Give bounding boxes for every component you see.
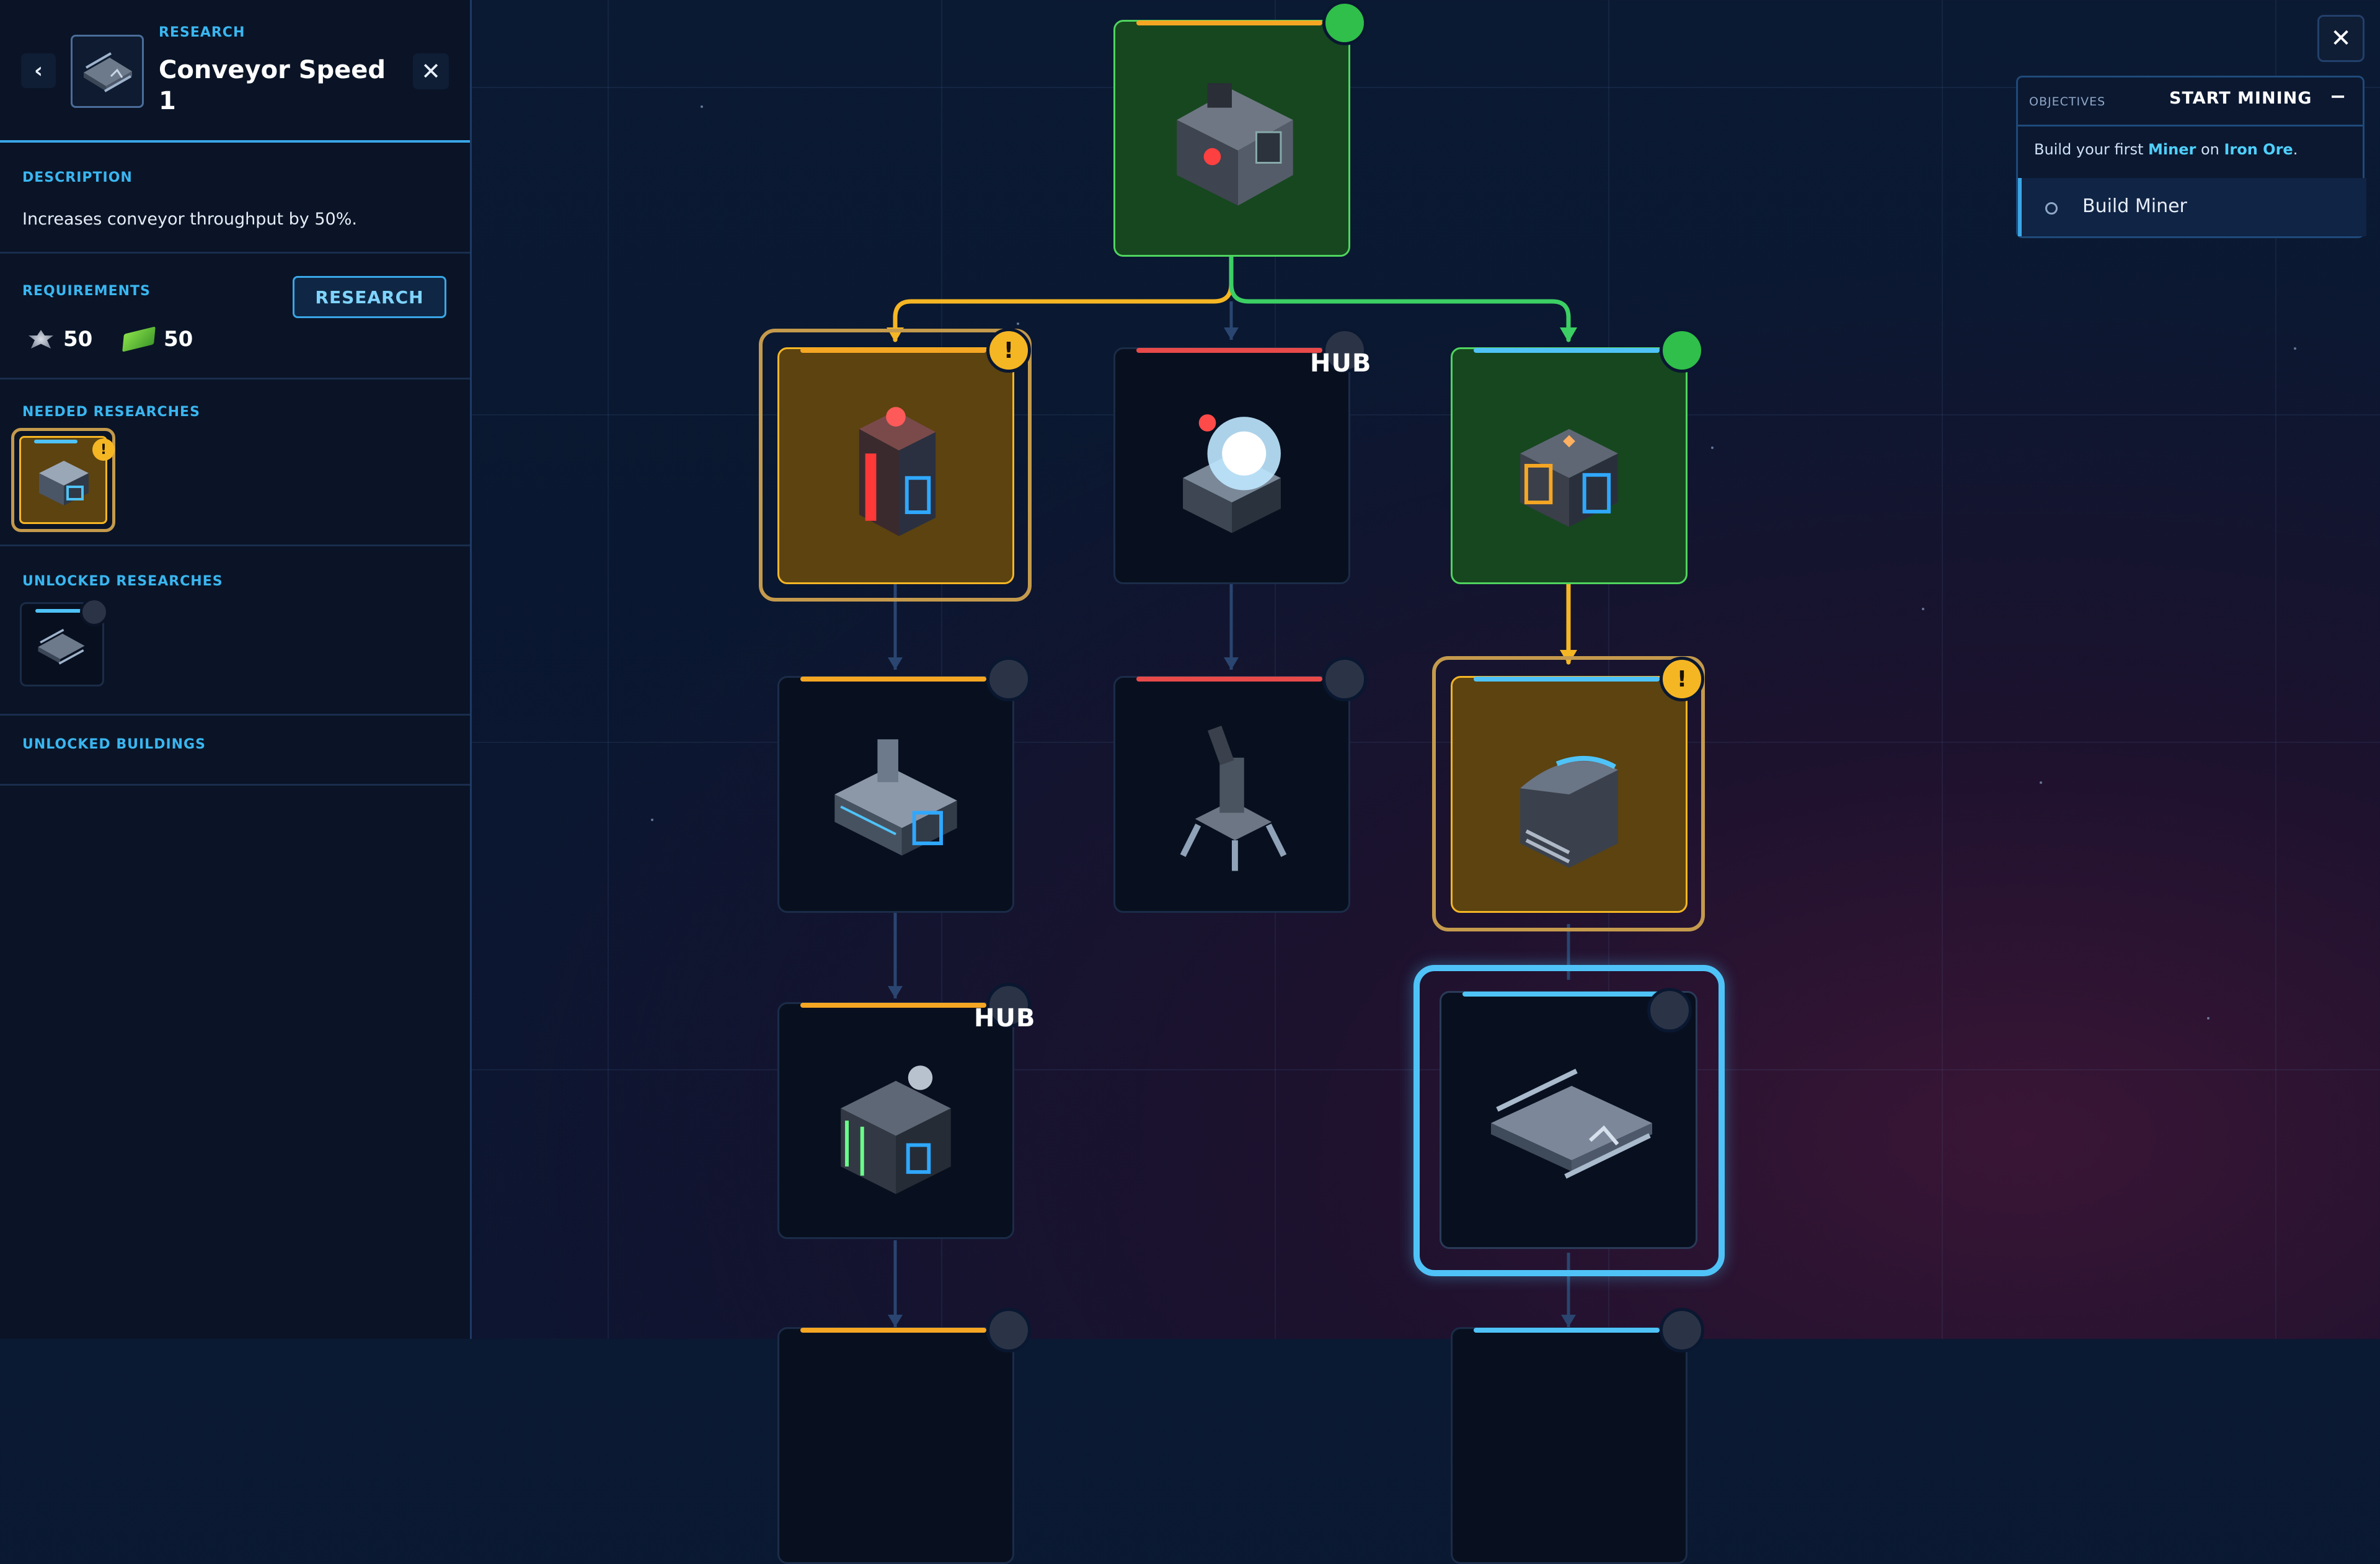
unlocked-buildings-label: UNLOCKED BUILDINGS	[22, 737, 206, 752]
close-icon: ✕	[2330, 24, 2351, 53]
locked-status-dot	[986, 657, 1031, 701]
completed-status-dot	[1660, 328, 1704, 373]
factory-building-icon	[841, 1065, 951, 1194]
needed-researches-label: NEEDED RESEARCHES	[22, 404, 200, 420]
smelter-building-icon	[859, 407, 936, 536]
research-node-assembler[interactable]	[777, 657, 1031, 913]
needed-researches-section: NEEDED RESEARCHES !	[0, 380, 470, 546]
research-node-hub-lamp[interactable]: HUB	[1113, 328, 1371, 584]
cost-amount: 50	[63, 327, 93, 352]
research-node-row4-right[interactable]	[1451, 1308, 1704, 1564]
objective-task[interactable]: Build Miner	[2018, 178, 2366, 236]
miner-building-icon	[1177, 83, 1293, 206]
warning-icon: !	[92, 438, 115, 461]
research-node-processor[interactable]	[1451, 328, 1704, 584]
back-button[interactable]: ‹	[21, 53, 56, 88]
task-checkbox-icon	[2045, 202, 2058, 215]
conveyor-icon	[38, 628, 85, 665]
research-node-hub-factory[interactable]: HUB	[777, 983, 1035, 1239]
cost-credits: 50	[122, 326, 193, 352]
assembler-building-icon	[834, 739, 957, 856]
requirements-label: REQUIREMENTS	[22, 283, 151, 299]
conveyor-icon	[1491, 1069, 1652, 1179]
research-node-smelter[interactable]: !	[777, 328, 1031, 584]
objective-description: Build your first Miner on Iron Ore.	[2034, 141, 2298, 158]
task-label: Build Miner	[2082, 195, 2187, 217]
research-thumbnail	[71, 35, 144, 108]
locked-status-dot	[1660, 1308, 1704, 1353]
description-text: Increases conveyor throughput by 50%.	[22, 210, 357, 229]
objective-title: START MINING	[2169, 89, 2312, 108]
minimize-button[interactable]: −	[2324, 84, 2351, 111]
conveyor-icon	[84, 52, 132, 92]
research-node-conveyor-speed-1[interactable]	[1440, 988, 1697, 1249]
credits-icon	[122, 326, 156, 352]
research-title: Conveyor Speed 1	[159, 56, 386, 115]
chevron-left-icon: ‹	[33, 58, 43, 83]
iron-ore-icon	[29, 330, 53, 349]
unlocked-researches-section: UNLOCKED RESEARCHES	[0, 546, 470, 716]
research-button[interactable]: RESEARCH	[293, 276, 446, 318]
panel-kicker: RESEARCH	[159, 25, 246, 40]
completed-status-dot	[1322, 1, 1367, 45]
objectives-panel: OBJECTIVES START MINING − Build your fir…	[2016, 76, 2366, 238]
lamp-building-icon	[1183, 414, 1281, 533]
research-node-miner[interactable]	[1113, 1, 1367, 257]
objectives-header: OBJECTIVES START MINING −	[2018, 78, 2363, 127]
needed-research-item[interactable]: !	[11, 428, 115, 532]
description-section: DESCRIPTION Increases conveyor throughpu…	[0, 143, 470, 254]
description-label: DESCRIPTION	[22, 170, 133, 185]
locked-status-dot	[80, 598, 108, 626]
unlocked-researches-label: UNLOCKED RESEARCHES	[22, 574, 223, 589]
close-icon: ✕	[421, 58, 441, 85]
research-node-row4-left[interactable]	[777, 1308, 1031, 1564]
research-node-conveyor-tunnel[interactable]: !	[1451, 657, 1704, 913]
tunnel-building-icon	[1520, 755, 1618, 868]
panel-header: ‹ RESEARCH Conveyor Speed 1 ✕	[0, 0, 470, 143]
warning-icon: !	[986, 328, 1031, 373]
research-node-turret[interactable]	[1113, 657, 1367, 913]
cost-amount: 50	[164, 327, 193, 352]
turret-building-icon	[1180, 726, 1287, 871]
requirements-section: REQUIREMENTS RESEARCH 50 50	[0, 254, 470, 380]
cost-iron-ore: 50	[29, 327, 92, 352]
objectives-kicker: OBJECTIVES	[2029, 95, 2106, 109]
locked-status-dot	[1647, 988, 1692, 1033]
warning-icon: !	[1660, 657, 1704, 701]
research-detail-panel: ‹ RESEARCH Conveyor Speed 1 ✕ DESCRIPTIO…	[0, 0, 472, 1339]
unlocked-buildings-section: UNLOCKED BUILDINGS	[0, 716, 470, 786]
panel-close-button[interactable]: ✕	[413, 53, 449, 89]
locked-status-dot	[1322, 657, 1367, 701]
locked-status-dot	[986, 1308, 1031, 1353]
processor-icon	[39, 461, 89, 505]
processor-building-icon	[1520, 429, 1618, 527]
unlocked-research-item[interactable]	[20, 598, 108, 686]
close-research-tree-button[interactable]: ✕	[2317, 15, 2365, 62]
